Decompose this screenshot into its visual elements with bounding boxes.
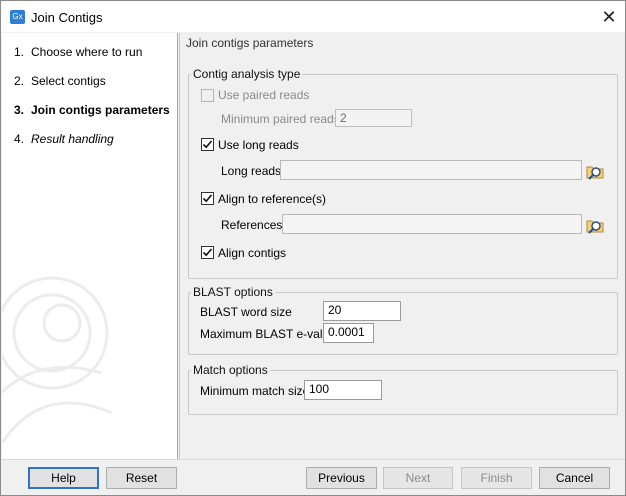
align-contigs-checkbox[interactable] xyxy=(201,246,214,259)
join-contigs-dialog: Gx Join Contigs ✕ 1. Choose where to run … xyxy=(0,0,626,496)
title-bar: Gx Join Contigs ✕ xyxy=(1,1,625,32)
step-join-contigs-parameters: 3. Join contigs parameters xyxy=(14,103,170,117)
use-paired-reads-label: Use paired reads xyxy=(218,88,310,102)
align-contigs-label: Align contigs xyxy=(218,246,287,260)
match-options-legend: Match options xyxy=(193,363,268,377)
parameters-panel: Join contigs parameters Contig analysis … xyxy=(179,33,626,459)
reset-button[interactable]: Reset xyxy=(106,467,177,489)
finish-button[interactable]: Finish xyxy=(461,467,532,489)
help-button[interactable]: Help xyxy=(28,467,99,489)
checkmark-icon xyxy=(202,194,213,203)
use-long-reads-label: Use long reads xyxy=(218,138,299,152)
checkmark-icon xyxy=(202,140,213,149)
use-long-reads-checkbox[interactable] xyxy=(201,138,214,151)
contig-analysis-type-legend: Contig analysis type xyxy=(193,67,301,81)
long-reads-input[interactable] xyxy=(280,160,582,180)
app-icon: Gx xyxy=(10,10,25,24)
long-reads-label: Long reads xyxy=(221,164,282,178)
checkmark-icon xyxy=(202,248,213,257)
align-to-reference-label: Align to reference(s) xyxy=(218,192,327,206)
minimum-paired-reads-input[interactable]: 2 xyxy=(335,109,412,127)
minimum-paired-reads-label: Minimum paired reads xyxy=(221,112,340,126)
close-icon[interactable]: ✕ xyxy=(597,6,621,28)
next-button[interactable]: Next xyxy=(383,467,453,489)
browse-folder-icon[interactable] xyxy=(585,161,605,181)
use-paired-reads-checkbox[interactable] xyxy=(201,89,214,102)
max-blast-evalue-input[interactable]: 0.0001 xyxy=(323,323,374,343)
cancel-button[interactable]: Cancel xyxy=(539,467,610,489)
max-blast-evalue-label: Maximum BLAST e-value xyxy=(200,327,336,341)
step-select-contigs: 2. Select contigs xyxy=(14,74,106,88)
footer-divider xyxy=(1,459,625,460)
browse-folder-icon[interactable] xyxy=(585,215,605,235)
panel-title: Join contigs parameters xyxy=(186,36,314,50)
blast-options-legend: BLAST options xyxy=(193,285,273,299)
references-input[interactable] xyxy=(282,214,582,234)
previous-button[interactable]: Previous xyxy=(306,467,377,489)
step-result-handling: 4. Result handling xyxy=(14,132,114,146)
references-label: References xyxy=(221,218,283,232)
minimum-match-size-input[interactable]: 100 xyxy=(304,380,382,400)
align-to-reference-checkbox[interactable] xyxy=(201,192,214,205)
minimum-match-size-label: Minimum match size xyxy=(200,384,310,398)
blast-options-group: BLAST options xyxy=(188,285,618,355)
step-choose-where-to-run: 1. Choose where to run xyxy=(14,45,143,59)
wizard-steps-panel: 1. Choose where to run 2. Select contigs 3… xyxy=(2,33,178,459)
blast-word-size-input[interactable]: 20 xyxy=(323,301,401,321)
blast-word-size-label: BLAST word size xyxy=(200,305,292,319)
watermark-swirl-decoration xyxy=(2,276,113,444)
window-title: Join Contigs xyxy=(31,10,103,25)
